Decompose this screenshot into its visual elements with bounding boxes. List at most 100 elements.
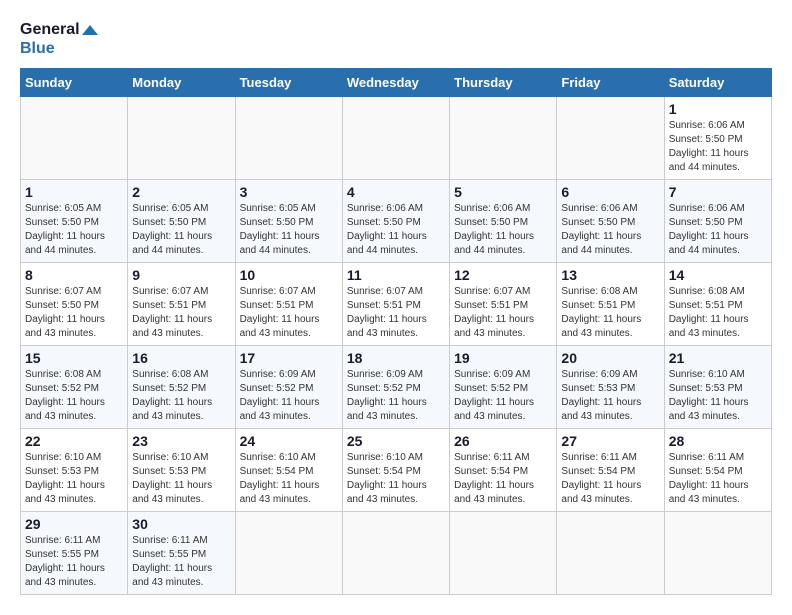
day-info: Sunrise: 6:07 AM Sunset: 5:51 PM Dayligh… (132, 285, 230, 341)
calendar-cell: 15 Sunrise: 6:08 AM Sunset: 5:52 PM Dayl… (21, 346, 128, 429)
calendar-week-row: 15 Sunrise: 6:08 AM Sunset: 5:52 PM Dayl… (21, 346, 772, 429)
day-info: Sunrise: 6:09 AM Sunset: 5:52 PM Dayligh… (240, 368, 338, 424)
day-number: 23 (132, 433, 230, 449)
day-info: Sunrise: 6:08 AM Sunset: 5:51 PM Dayligh… (669, 285, 767, 341)
calendar-cell (450, 97, 557, 180)
calendar-cell: 25 Sunrise: 6:10 AM Sunset: 5:54 PM Dayl… (342, 429, 449, 512)
day-info: Sunrise: 6:11 AM Sunset: 5:54 PM Dayligh… (454, 451, 552, 507)
calendar-cell: 9 Sunrise: 6:07 AM Sunset: 5:51 PM Dayli… (128, 263, 235, 346)
day-info: Sunrise: 6:07 AM Sunset: 5:51 PM Dayligh… (240, 285, 338, 341)
calendar-cell: 1 Sunrise: 6:05 AM Sunset: 5:50 PM Dayli… (21, 180, 128, 263)
day-number: 18 (347, 350, 445, 366)
day-number: 16 (132, 350, 230, 366)
calendar-cell: 11 Sunrise: 6:07 AM Sunset: 5:51 PM Dayl… (342, 263, 449, 346)
day-info: Sunrise: 6:07 AM Sunset: 5:51 PM Dayligh… (347, 285, 445, 341)
day-info: Sunrise: 6:08 AM Sunset: 5:52 PM Dayligh… (132, 368, 230, 424)
day-number: 1 (669, 101, 767, 117)
calendar-cell: 28 Sunrise: 6:11 AM Sunset: 5:54 PM Dayl… (664, 429, 771, 512)
day-number: 25 (347, 433, 445, 449)
calendar-cell: 19 Sunrise: 6:09 AM Sunset: 5:52 PM Dayl… (450, 346, 557, 429)
header-day: Tuesday (235, 69, 342, 97)
day-number: 12 (454, 267, 552, 283)
calendar-cell: 30 Sunrise: 6:11 AM Sunset: 5:55 PM Dayl… (128, 512, 235, 595)
header-row: SundayMondayTuesdayWednesdayThursdayFrid… (21, 69, 772, 97)
day-number: 28 (669, 433, 767, 449)
calendar-week-row: 29 Sunrise: 6:11 AM Sunset: 5:55 PM Dayl… (21, 512, 772, 595)
day-info: Sunrise: 6:05 AM Sunset: 5:50 PM Dayligh… (25, 202, 123, 258)
header-day: Sunday (21, 69, 128, 97)
day-info: Sunrise: 6:06 AM Sunset: 5:50 PM Dayligh… (669, 202, 767, 258)
day-number: 11 (347, 267, 445, 283)
calendar-cell (128, 97, 235, 180)
calendar-cell: 5 Sunrise: 6:06 AM Sunset: 5:50 PM Dayli… (450, 180, 557, 263)
day-number: 7 (669, 184, 767, 200)
day-info: Sunrise: 6:11 AM Sunset: 5:55 PM Dayligh… (25, 534, 123, 590)
day-number: 29 (25, 516, 123, 532)
day-number: 5 (454, 184, 552, 200)
calendar-week-row: 22 Sunrise: 6:10 AM Sunset: 5:53 PM Dayl… (21, 429, 772, 512)
calendar-week-row: 1 Sunrise: 6:05 AM Sunset: 5:50 PM Dayli… (21, 180, 772, 263)
calendar-cell: 21 Sunrise: 6:10 AM Sunset: 5:53 PM Dayl… (664, 346, 771, 429)
calendar-cell: 4 Sunrise: 6:06 AM Sunset: 5:50 PM Dayli… (342, 180, 449, 263)
calendar-cell (21, 97, 128, 180)
day-info: Sunrise: 6:11 AM Sunset: 5:54 PM Dayligh… (561, 451, 659, 507)
day-number: 17 (240, 350, 338, 366)
day-info: Sunrise: 6:09 AM Sunset: 5:52 PM Dayligh… (347, 368, 445, 424)
day-info: Sunrise: 6:09 AM Sunset: 5:53 PM Dayligh… (561, 368, 659, 424)
calendar-cell (557, 97, 664, 180)
logo: General Blue (20, 20, 98, 58)
calendar-cell: 6 Sunrise: 6:06 AM Sunset: 5:50 PM Dayli… (557, 180, 664, 263)
header-day: Monday (128, 69, 235, 97)
calendar-cell: 27 Sunrise: 6:11 AM Sunset: 5:54 PM Dayl… (557, 429, 664, 512)
day-number: 3 (240, 184, 338, 200)
day-info: Sunrise: 6:09 AM Sunset: 5:52 PM Dayligh… (454, 368, 552, 424)
calendar-cell (342, 97, 449, 180)
calendar-cell: 16 Sunrise: 6:08 AM Sunset: 5:52 PM Dayl… (128, 346, 235, 429)
day-number: 30 (132, 516, 230, 532)
logo-text: General Blue (20, 20, 98, 58)
calendar-cell (342, 512, 449, 595)
day-number: 15 (25, 350, 123, 366)
day-number: 19 (454, 350, 552, 366)
day-info: Sunrise: 6:10 AM Sunset: 5:54 PM Dayligh… (347, 451, 445, 507)
day-info: Sunrise: 6:05 AM Sunset: 5:50 PM Dayligh… (240, 202, 338, 258)
day-info: Sunrise: 6:06 AM Sunset: 5:50 PM Dayligh… (454, 202, 552, 258)
calendar-table: SundayMondayTuesdayWednesdayThursdayFrid… (20, 68, 772, 595)
day-number: 24 (240, 433, 338, 449)
day-info: Sunrise: 6:11 AM Sunset: 5:55 PM Dayligh… (132, 534, 230, 590)
day-number: 26 (454, 433, 552, 449)
day-number: 20 (561, 350, 659, 366)
calendar-cell (235, 512, 342, 595)
day-number: 22 (25, 433, 123, 449)
calendar-cell: 10 Sunrise: 6:07 AM Sunset: 5:51 PM Dayl… (235, 263, 342, 346)
calendar-cell: 22 Sunrise: 6:10 AM Sunset: 5:53 PM Dayl… (21, 429, 128, 512)
day-info: Sunrise: 6:10 AM Sunset: 5:54 PM Dayligh… (240, 451, 338, 507)
calendar-cell: 7 Sunrise: 6:06 AM Sunset: 5:50 PM Dayli… (664, 180, 771, 263)
page-header: General Blue (20, 20, 772, 58)
calendar-cell: 18 Sunrise: 6:09 AM Sunset: 5:52 PM Dayl… (342, 346, 449, 429)
calendar-cell (235, 97, 342, 180)
day-info: Sunrise: 6:11 AM Sunset: 5:54 PM Dayligh… (669, 451, 767, 507)
day-number: 13 (561, 267, 659, 283)
day-number: 4 (347, 184, 445, 200)
day-number: 27 (561, 433, 659, 449)
calendar-cell: 13 Sunrise: 6:08 AM Sunset: 5:51 PM Dayl… (557, 263, 664, 346)
calendar-cell: 20 Sunrise: 6:09 AM Sunset: 5:53 PM Dayl… (557, 346, 664, 429)
day-info: Sunrise: 6:07 AM Sunset: 5:51 PM Dayligh… (454, 285, 552, 341)
header-day: Friday (557, 69, 664, 97)
day-info: Sunrise: 6:08 AM Sunset: 5:52 PM Dayligh… (25, 368, 123, 424)
calendar-cell: 3 Sunrise: 6:05 AM Sunset: 5:50 PM Dayli… (235, 180, 342, 263)
header-day: Thursday (450, 69, 557, 97)
day-number: 9 (132, 267, 230, 283)
day-number: 2 (132, 184, 230, 200)
day-info: Sunrise: 6:10 AM Sunset: 5:53 PM Dayligh… (132, 451, 230, 507)
day-info: Sunrise: 6:05 AM Sunset: 5:50 PM Dayligh… (132, 202, 230, 258)
calendar-cell (664, 512, 771, 595)
header-day: Wednesday (342, 69, 449, 97)
day-number: 6 (561, 184, 659, 200)
calendar-cell: 14 Sunrise: 6:08 AM Sunset: 5:51 PM Dayl… (664, 263, 771, 346)
calendar-cell: 26 Sunrise: 6:11 AM Sunset: 5:54 PM Dayl… (450, 429, 557, 512)
day-number: 21 (669, 350, 767, 366)
day-number: 10 (240, 267, 338, 283)
day-info: Sunrise: 6:08 AM Sunset: 5:51 PM Dayligh… (561, 285, 659, 341)
